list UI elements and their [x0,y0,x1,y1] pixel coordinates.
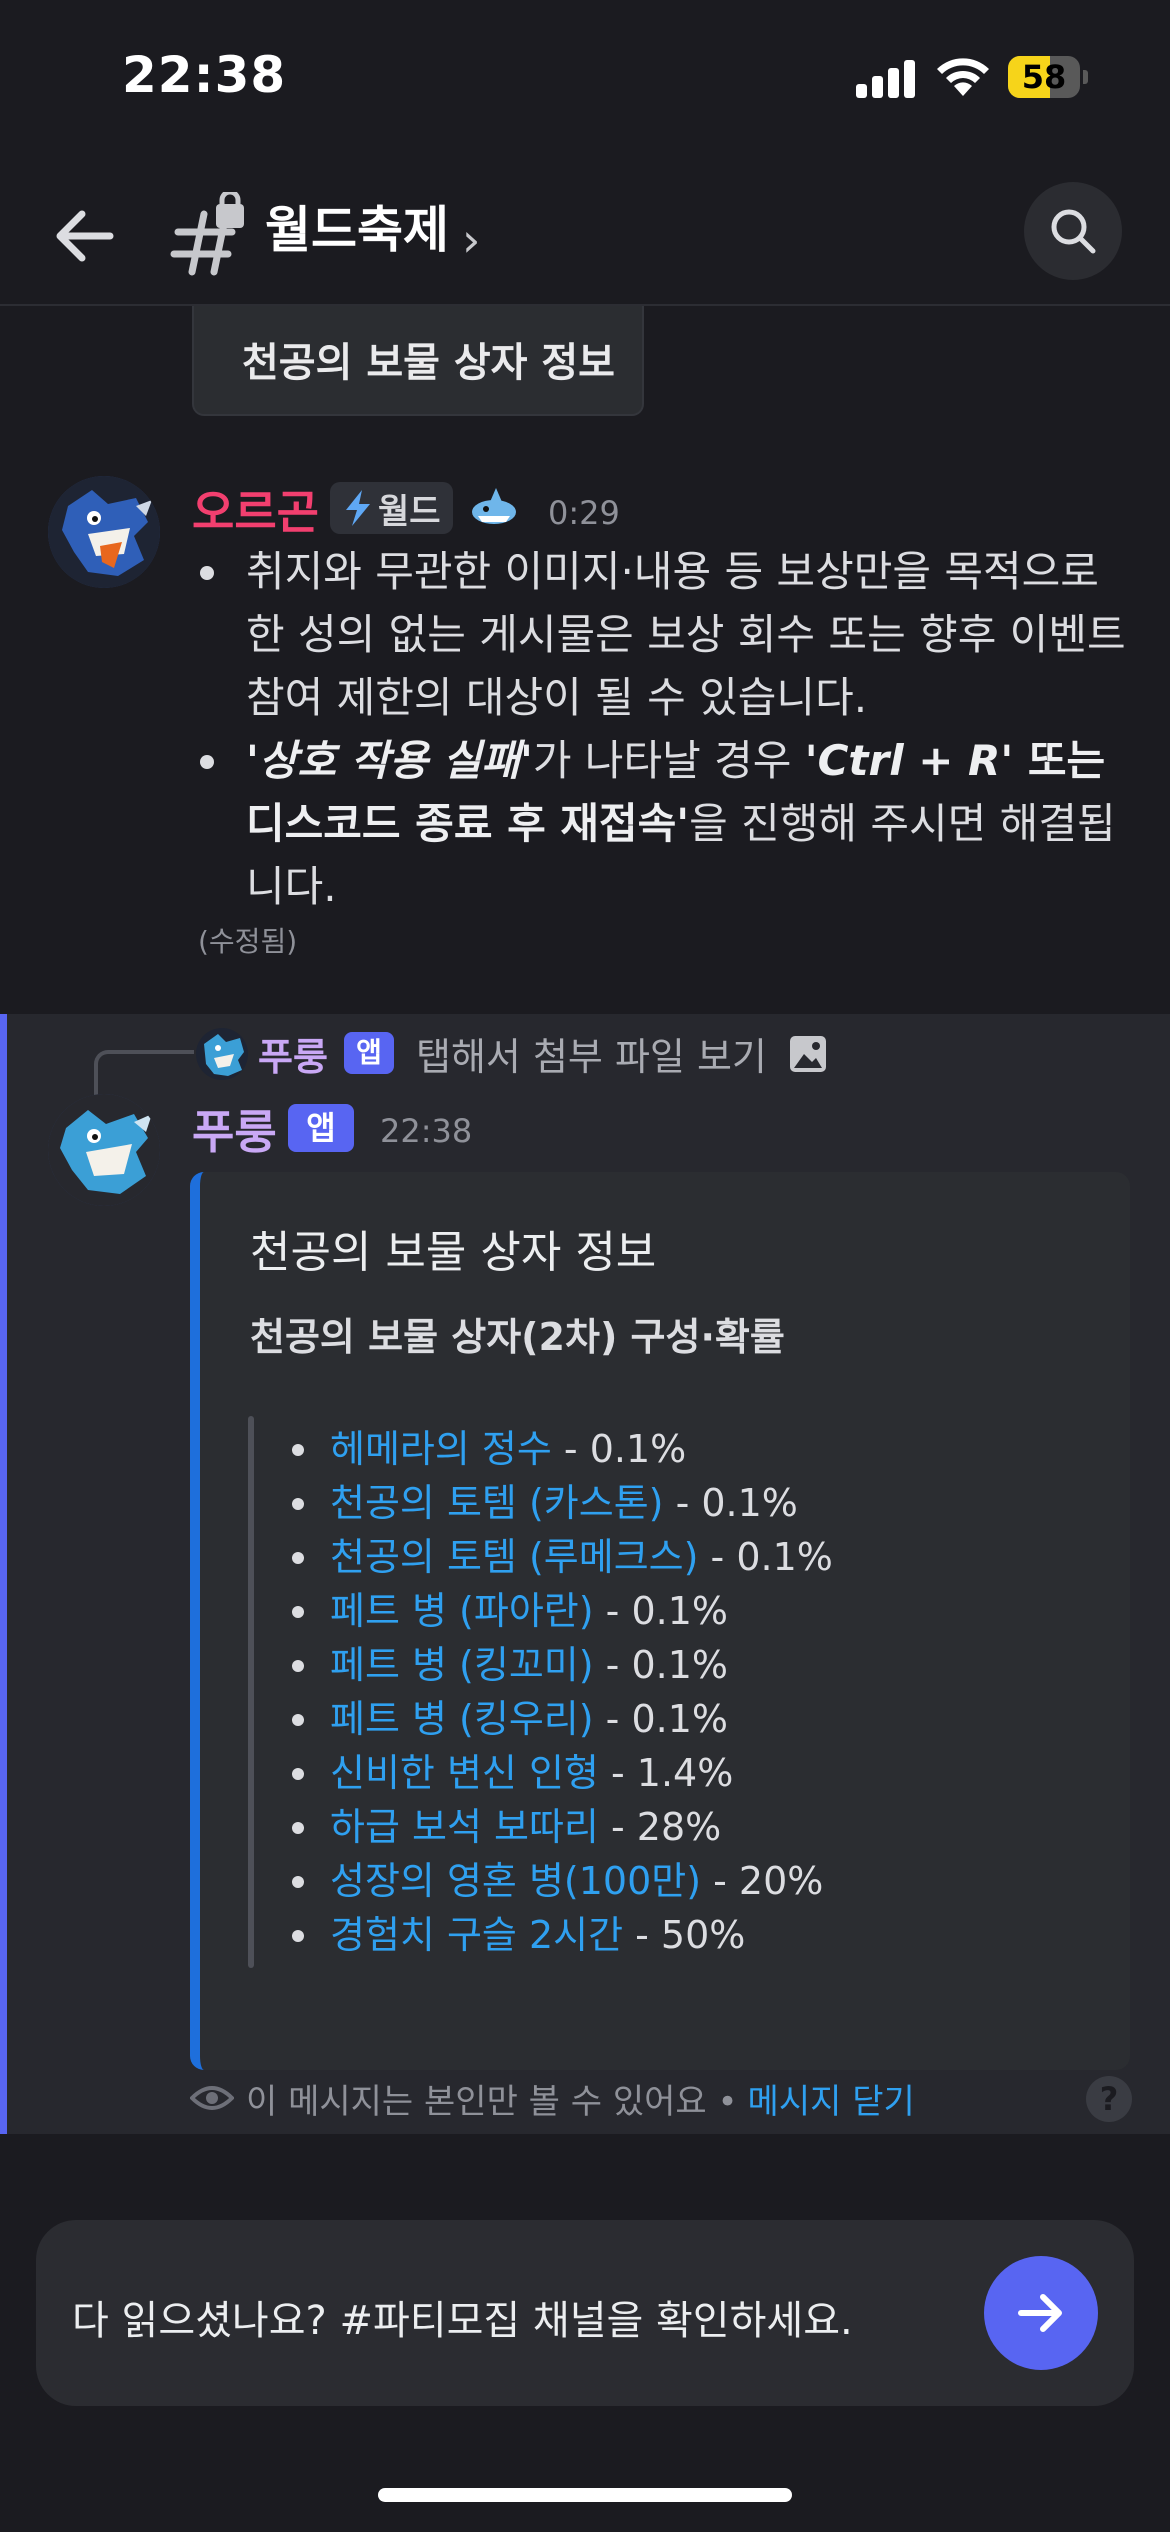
message-author[interactable]: 푸룽 [192,1096,277,1162]
locked-channel-icon [170,192,244,276]
item-link[interactable]: 하급 보석 보따리 [330,1805,599,1849]
item-rate: - 50% [623,1913,746,1957]
previous-embed-title: 천공의 보물 상자 정보 [242,340,615,386]
item-rate: - 0.1% [593,1697,728,1741]
list-item: 페트 병 (파아란) - 0.1% [280,1584,833,1638]
send-button[interactable] [984,2256,1098,2370]
ephemeral-accent-bar [0,1014,7,2134]
list-item: 신비한 변신 인형 - 1.4% [280,1746,833,1800]
bold-text: '상호 작용 실패' [246,736,533,785]
list-item: 헤메라의 정수 - 0.1% [280,1422,833,1476]
item-link[interactable]: 천공의 토템 (루메크스) [330,1535,698,1579]
chevron-right-icon[interactable]: › [462,200,480,280]
item-link[interactable]: 천공의 토템 (카스톤) [330,1481,664,1525]
send-arrow-icon [1018,2294,1062,2332]
embed-subtitle: 천공의 보물 상자(2차) 구성·확률 [250,1315,785,1359]
item-link[interactable]: 신비한 변신 인형 [330,1751,599,1795]
list-item: 페트 병 (킹꼬미) - 0.1% [280,1638,833,1692]
status-time: 22:38 [122,46,287,104]
item-link[interactable]: 경험치 구슬 2시간 [330,1913,623,1957]
cellular-signal-icon [856,58,916,98]
list-item: 성장의 영혼 병(100만) - 20% [280,1854,833,1908]
search-icon [1051,209,1096,254]
item-link[interactable]: 페트 병 (파아란) [330,1589,594,1633]
list-item: 하급 보석 보따리 - 28% [280,1800,833,1854]
message-body: 취지와 무관한 이미지·내용 등 보상만을 목적으로 한 성의 없는 게시물은 … [184,540,1144,918]
shark-badge-icon [472,488,516,524]
avatar[interactable] [48,1094,160,1206]
reply-avatar[interactable] [196,1028,248,1080]
message-timestamp: 22:38 [380,1112,473,1150]
blockquote-bar [248,1416,254,1968]
help-icon[interactable]: ? [1086,2076,1132,2122]
app-badge: 앱 [288,1104,354,1152]
item-rate: - 0.1% [551,1427,687,1471]
bold-text: 'Ctrl + R' [804,736,1014,785]
item-rate: - 0.1% [663,1481,798,1525]
message-timestamp: 0:29 [548,494,620,532]
list-item: 천공의 토템 (카스톤) - 0.1% [280,1476,833,1530]
item-link[interactable]: 페트 병 (킹꼬미) [330,1643,594,1687]
list-item: 취지와 무관한 이미지·내용 등 보상만을 목적으로 한 성의 없는 게시물은 … [184,540,1144,729]
dragon-avatar-icon [48,476,160,588]
item-rate: - 0.1% [593,1589,728,1633]
image-icon [790,1036,826,1072]
reply-preview-text[interactable]: 탭해서 첨부 파일 보기 [416,1026,767,1081]
bold-text: ' [676,799,690,848]
dismiss-message-link[interactable]: 메시지 닫기 [748,2074,915,2123]
item-link[interactable]: 헤메라의 정수 [330,1427,552,1471]
list-item: 경험치 구슬 2시간 - 50% [280,1908,833,1962]
previous-embed-card[interactable]: 천공의 보물 상자 정보 [192,306,644,416]
ephemeral-notice-text: 이 메시지는 본인만 볼 수 있어요 • [246,2081,738,2122]
back-arrow-icon [56,210,114,262]
item-link[interactable]: 페트 병 (킹우리) [330,1697,594,1741]
message-author[interactable]: 오르곤 [192,476,319,542]
item-rate: - 0.1% [698,1535,833,1579]
list-item: 페트 병 (킹우리) - 0.1% [280,1692,833,1746]
body-text: 가 나타날 경우 [532,736,805,785]
search-button[interactable] [1024,182,1122,280]
role-tag-label: 월드 [378,491,441,532]
edited-label: (수정됨) [198,925,298,958]
reply-author[interactable]: 푸룽 [258,1026,328,1081]
role-tag[interactable]: 월드 [330,482,453,534]
ephemeral-notice: 이 메시지는 본인만 볼 수 있어요 • 메시지 닫기 [190,2078,915,2122]
embed-card: 천공의 보물 상자 정보 천공의 보물 상자(2차) 구성·확률 헤메라의 정수… [190,1172,1130,2070]
wifi-icon [937,58,989,96]
item-link[interactable]: 성장의 영혼 병(100만) [330,1859,701,1903]
eye-icon [190,2086,234,2110]
app-badge: 앱 [344,1032,394,1074]
dragon-avatar-icon [48,1094,160,1206]
item-rate: - 20% [701,1859,824,1903]
item-rate: - 28% [598,1805,722,1849]
list-item: 천공의 토템 (루메크스) - 0.1% [280,1530,833,1584]
dragon-avatar-icon [196,1028,248,1080]
message-input-text[interactable]: 다 읽으셨나요? #파티모집 채널을 확인하세요. [72,2288,853,2346]
channel-header: 월드축제 › [0,170,1170,306]
reward-list: 헤메라의 정수 - 0.1% 천공의 토템 (카스톤) - 0.1% 천공의 토… [280,1422,833,1962]
back-button[interactable] [48,196,128,276]
lightning-icon [346,490,370,526]
embed-title: 천공의 보물 상자 정보 [250,1227,657,1278]
item-rate: - 0.1% [593,1643,728,1687]
list-item: '상호 작용 실패'가 나타날 경우 'Ctrl + R' 또는 디스코드 종료… [184,729,1144,918]
home-indicator[interactable] [378,2488,792,2502]
avatar[interactable] [48,476,160,588]
item-rate: - 1.4% [598,1751,734,1795]
message-input-bar[interactable]: 다 읽으셨나요? #파티모집 채널을 확인하세요. [36,2220,1134,2406]
channel-name[interactable]: 월드축제 [265,190,449,270]
battery-level: 58 [1021,58,1067,96]
battery-icon: 58 [1008,56,1088,98]
